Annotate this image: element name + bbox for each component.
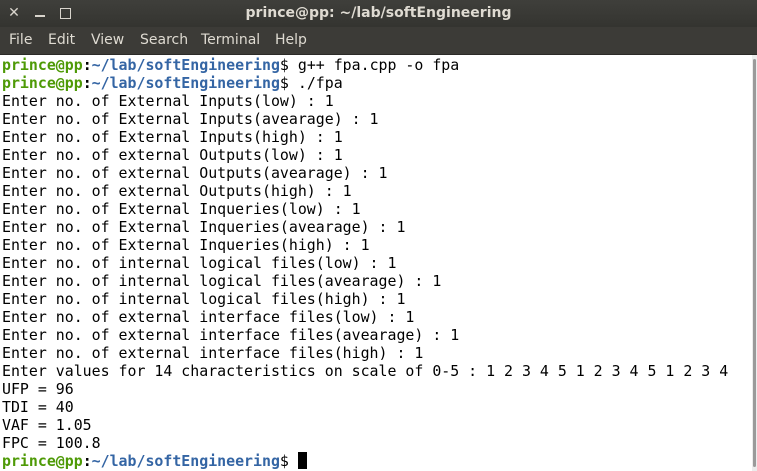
prompt-colon: : (82, 74, 92, 92)
output-line: Enter no. of internal logical files(high… (2, 290, 406, 308)
terminal-output[interactable]: prince@pp:~/lab/softEngineering$ g++ fpa… (0, 55, 752, 471)
command-line: prince@pp:~/lab/softEngineering$ (2, 452, 307, 470)
output-line: Enter no. of External Inputs(low) : 1 (2, 92, 334, 110)
prompt-user-host: prince@pp (2, 56, 83, 74)
command-text: g++ fpa.cpp -o fpa (288, 56, 460, 74)
output-line: Enter no. of external Outputs(low) : 1 (2, 146, 343, 164)
output-line: Enter no. of internal logical files(avea… (2, 272, 442, 290)
command-line: prince@pp:~/lab/softEngineering$ g++ fpa… (2, 56, 459, 74)
prompt-path: ~/lab/softEngineering (91, 74, 280, 92)
menu-help[interactable]: Help (275, 27, 307, 54)
prompt-dollar: $ (279, 452, 289, 470)
output-line: Enter no. of External Inqueries(avearage… (2, 218, 406, 236)
output-line: Enter no. of external Outputs(avearage) … (2, 164, 388, 182)
window-title: prince@pp: ~/lab/softEngineering (245, 5, 512, 21)
text-cursor (297, 452, 307, 469)
command-line: prince@pp:~/lab/softEngineering$ ./fpa (2, 74, 343, 92)
output-line: Enter no. of External Inputs(high) : 1 (2, 128, 343, 146)
prompt-path: ~/lab/softEngineering (91, 56, 280, 74)
output-line: Enter no. of external Outputs(high) : 1 (2, 182, 352, 200)
output-line: Enter no. of External Inqueries(low) : 1 (2, 200, 361, 218)
menu-search[interactable]: Search (140, 27, 188, 54)
output-line: Enter no. of External Inqueries(high) : … (2, 236, 370, 254)
command-text: ./fpa (288, 74, 343, 92)
menu-edit[interactable]: Edit (48, 27, 75, 54)
menu-view[interactable]: View (91, 27, 124, 54)
output-line: Enter no. of internal logical files(low)… (2, 254, 397, 272)
prompt-user-host: prince@pp (2, 74, 83, 92)
prompt-user-host: prince@pp (2, 452, 83, 470)
output-line: Enter values for 14 characteristics on s… (2, 362, 729, 380)
prompt-path: ~/lab/softEngineering (91, 452, 280, 470)
output-line: Enter no. of external interface files(lo… (2, 308, 415, 326)
prompt-dollar: $ (279, 56, 289, 74)
menu-terminal[interactable]: Terminal (201, 27, 260, 54)
menu-file[interactable]: File (9, 27, 32, 54)
menu-bar: File Edit View Search Terminal Help (0, 27, 757, 55)
prompt-colon: : (82, 452, 92, 470)
output-line: Enter no. of external interface files(hi… (2, 344, 424, 362)
prompt-colon: : (82, 56, 92, 74)
output-line: VAF = 1.05 (2, 416, 92, 434)
output-line: UFP = 96 (2, 380, 74, 398)
output-line: FPC = 100.8 (2, 434, 101, 452)
output-line: Enter no. of External Inputs(avearage) :… (2, 110, 379, 128)
prompt-dollar: $ (279, 74, 289, 92)
scrollbar[interactable] (752, 55, 757, 471)
scrollbar-thumb[interactable] (753, 59, 756, 467)
title-bar: ✕ prince@pp: ~/lab/softEngineering (0, 0, 757, 27)
output-line: Enter no. of external interface files(av… (2, 326, 460, 344)
output-line: TDI = 40 (2, 398, 74, 416)
